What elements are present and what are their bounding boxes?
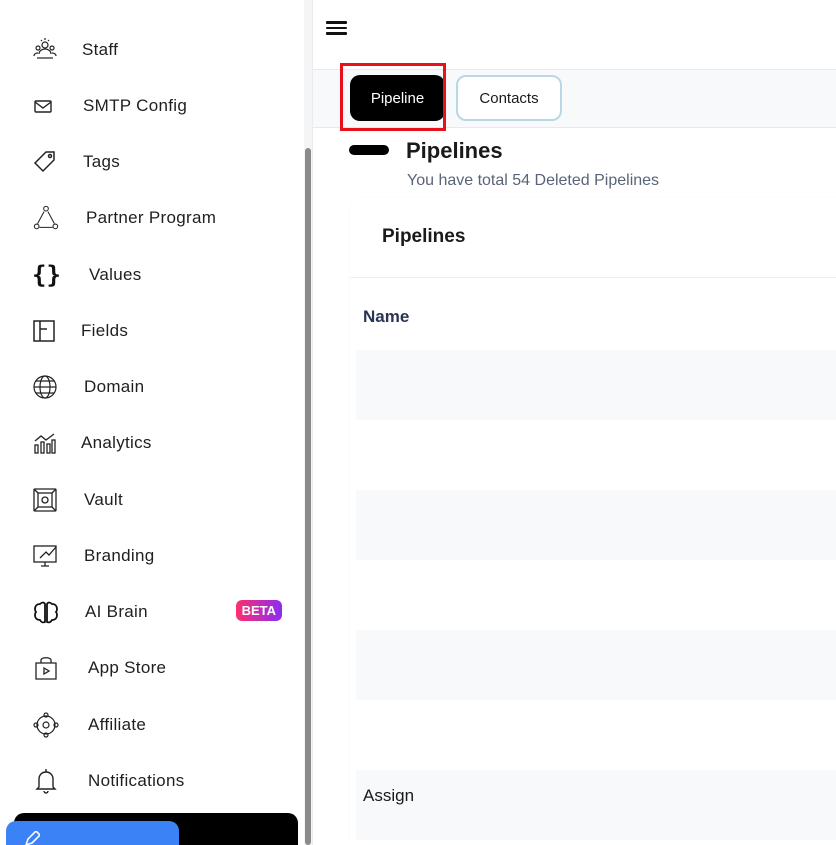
fields-icon <box>32 317 60 345</box>
analytics-icon <box>32 429 60 457</box>
sidebar-item-label: App Store <box>88 658 167 677</box>
table-row[interactable] <box>356 560 836 630</box>
sidebar-item-values[interactable]: {} Values <box>32 255 282 295</box>
table-row[interactable] <box>356 350 836 420</box>
table-row[interactable] <box>356 420 836 490</box>
table-row[interactable] <box>356 770 836 840</box>
sidebar-item-label: Analytics <box>81 433 152 452</box>
globe-icon <box>32 373 60 401</box>
sidebar-item-smtp-config[interactable]: SMTP Config <box>32 86 282 126</box>
sidebar-scrollbar-thumb[interactable] <box>305 148 311 845</box>
sidebar-item-label: Branding <box>84 546 155 565</box>
sidebar-item-label: Vault <box>84 490 123 509</box>
table-cell-text: Assign <box>363 786 415 805</box>
column-header-name: Name <box>363 307 410 326</box>
sidebar-item-partner-program[interactable]: Partner Program <box>32 198 282 238</box>
sidebar-item-staff[interactable]: Staff <box>32 30 282 70</box>
sidebar-item-label: Domain <box>84 377 145 396</box>
card-divider <box>350 277 836 278</box>
sidebar-item-analytics[interactable]: Analytics <box>32 423 282 463</box>
staff-icon <box>32 36 60 64</box>
affiliate-icon <box>32 711 60 739</box>
hamburger-menu-icon[interactable] <box>326 18 350 40</box>
sidebar-item-label: Partner Program <box>86 208 217 227</box>
sidebar-item-label: Values <box>89 265 142 284</box>
sidebar-item-vault[interactable]: Vault <box>32 480 282 520</box>
braces-icon: {} <box>32 261 61 289</box>
edit-icon <box>24 829 42 845</box>
table-row[interactable] <box>356 630 836 700</box>
sidebar: Staff SMTP Config Tags Partner Program {… <box>0 0 313 845</box>
bottom-blue-button[interactable] <box>6 821 179 845</box>
branding-icon <box>32 542 60 570</box>
tag-icon <box>32 148 60 176</box>
mail-icon <box>32 92 60 120</box>
tab-contacts[interactable]: Contacts <box>456 75 562 121</box>
vault-icon <box>32 486 60 514</box>
page-subtitle: You have total 54 Deleted Pipelines <box>407 172 660 189</box>
collapse-pill[interactable] <box>349 145 389 155</box>
sidebar-item-ai-brain[interactable]: AI Brain BETA <box>32 592 282 632</box>
sidebar-item-branding[interactable]: Branding <box>32 536 282 576</box>
sidebar-item-label: Fields <box>81 321 129 340</box>
sidebar-item-tags[interactable]: Tags <box>32 142 282 182</box>
sidebar-item-affiliate[interactable]: Affiliate <box>32 705 282 745</box>
sidebar-item-partial <box>32 0 152 6</box>
sidebar-item-fields[interactable]: Fields <box>32 311 282 351</box>
sidebar-item-label: SMTP Config <box>83 96 188 115</box>
sidebar-item-label: Affiliate <box>88 715 147 734</box>
sidebar-item-notifications[interactable]: Notifications <box>32 761 282 801</box>
sidebar-item-label: Tags <box>83 152 121 171</box>
sidebar-item-domain[interactable]: Domain <box>32 367 282 407</box>
appstore-icon <box>32 654 60 682</box>
sidebar-item-app-store[interactable]: App Store <box>32 648 282 688</box>
brain-icon <box>32 598 60 626</box>
page-title: Pipelines <box>406 138 503 163</box>
sidebar-item-label: AI Brain <box>85 602 148 621</box>
beta-badge: BETA <box>235 600 282 621</box>
highlight-box <box>340 63 446 131</box>
sidebar-item-label: Staff <box>82 40 119 59</box>
table-row[interactable] <box>356 700 836 770</box>
partner-icon <box>32 204 60 232</box>
sidebar-item-label: Notifications <box>88 771 185 790</box>
table-row[interactable] <box>356 490 836 560</box>
bell-icon <box>32 767 60 795</box>
card-title: Pipelines <box>382 226 466 247</box>
